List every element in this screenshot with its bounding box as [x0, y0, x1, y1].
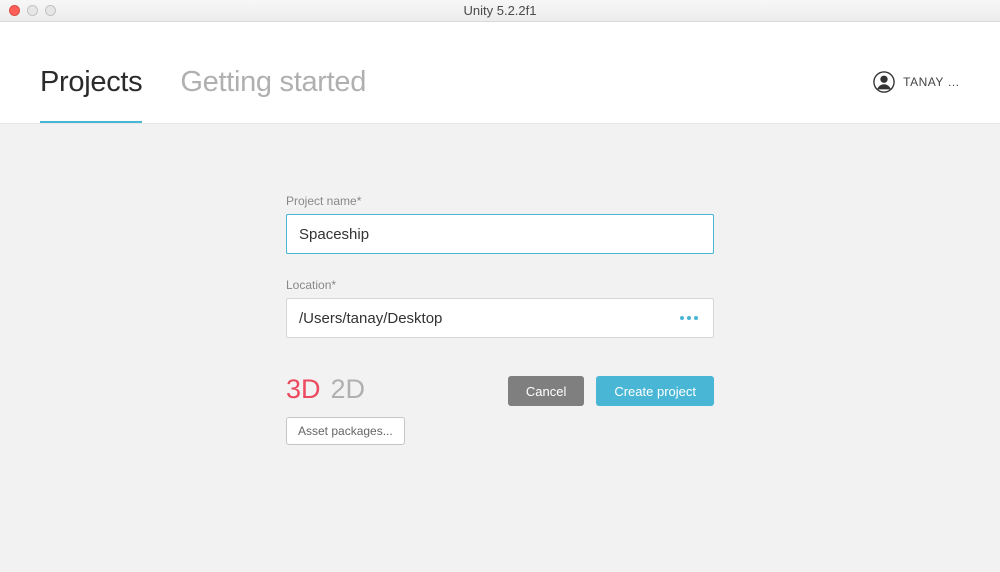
project-name-input[interactable] [286, 214, 714, 254]
content-area: Project name* Location* /Users/tanay/Des… [0, 124, 1000, 445]
asset-packages-button[interactable]: Asset packages... [286, 417, 405, 445]
location-value: /Users/tanay/Desktop [287, 299, 665, 337]
dots-icon [694, 316, 698, 320]
user-menu[interactable]: TANAY … [873, 71, 960, 123]
window-maximize-button[interactable] [45, 5, 56, 16]
window-controls [0, 5, 56, 16]
tabs: Projects Getting started [40, 66, 873, 123]
create-project-button[interactable]: Create project [596, 376, 714, 406]
option-3d[interactable]: 3D [286, 374, 321, 405]
dots-icon [680, 316, 684, 320]
dimension-toggle: 3D 2D [286, 374, 405, 405]
window-minimize-button[interactable] [27, 5, 38, 16]
location-field[interactable]: /Users/tanay/Desktop [286, 298, 714, 338]
window-close-button[interactable] [9, 5, 20, 16]
tab-projects[interactable]: Projects [40, 66, 142, 123]
location-label: Location* [286, 278, 714, 292]
window-title: Unity 5.2.2f1 [0, 3, 1000, 18]
avatar-icon [873, 71, 895, 93]
header-bar: Projects Getting started TANAY … [0, 22, 1000, 124]
browse-location-button[interactable] [665, 299, 713, 337]
option-2d[interactable]: 2D [331, 374, 366, 405]
user-name: TANAY … [903, 75, 960, 89]
dots-icon [687, 316, 691, 320]
titlebar: Unity 5.2.2f1 [0, 0, 1000, 22]
cancel-button[interactable]: Cancel [508, 376, 584, 406]
new-project-form: Project name* Location* /Users/tanay/Des… [286, 194, 714, 445]
tab-getting-started[interactable]: Getting started [180, 66, 366, 123]
project-name-label: Project name* [286, 194, 714, 208]
